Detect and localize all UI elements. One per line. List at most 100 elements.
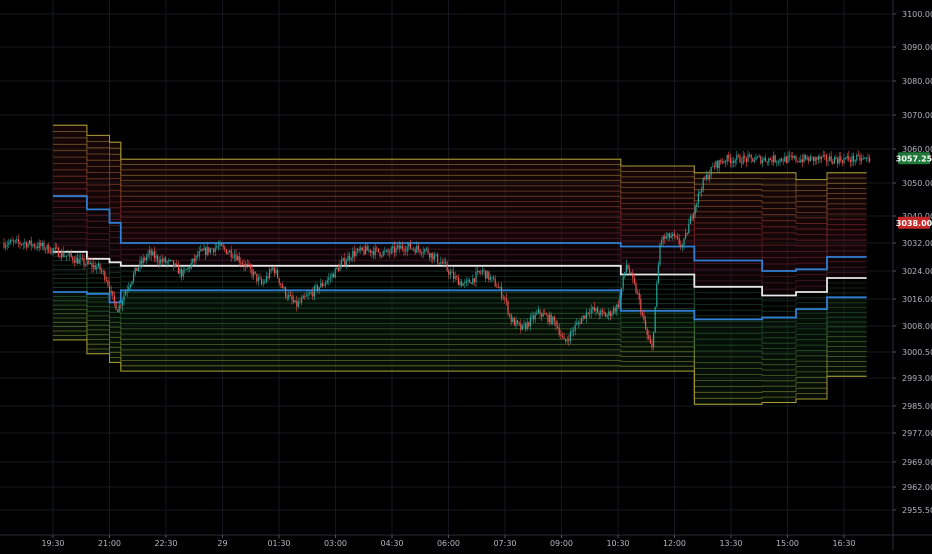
y-tick-label: 2969.00 — [902, 458, 932, 467]
candle — [784, 152, 786, 162]
candle — [837, 156, 839, 168]
candle — [453, 266, 455, 283]
candle — [717, 160, 719, 172]
candle — [136, 267, 138, 271]
price-tag: 3038.00 — [896, 216, 932, 229]
candle — [795, 154, 797, 164]
chart-area[interactable]: 3100.00 3090.00 3080.00 3070.00 3060.00 3050.… — [0, 0, 932, 550]
y-tick-label: 3008.00 — [902, 322, 932, 331]
candle — [712, 162, 714, 168]
candle — [803, 153, 805, 163]
candle — [470, 282, 472, 285]
candle — [793, 155, 795, 160]
candle — [49, 247, 51, 255]
x-tick-label: 21:00 — [98, 539, 121, 548]
lower-zone-fill — [53, 290, 867, 405]
candle — [38, 239, 40, 252]
candle — [328, 272, 330, 286]
candle — [720, 158, 722, 165]
price-tag-label: 3038.00 — [896, 219, 932, 228]
price-tag: 3057.25 — [896, 152, 932, 165]
candle — [750, 153, 752, 164]
candle — [30, 236, 32, 251]
candle — [131, 280, 133, 287]
y-tick-label: 2962.00 — [902, 483, 932, 492]
candle — [326, 277, 328, 286]
candle — [485, 270, 487, 283]
candle — [333, 272, 335, 278]
x-tick-label: 19:30 — [41, 539, 64, 548]
candle — [117, 309, 119, 312]
y-tick-label: 3080.00 — [902, 77, 932, 86]
candle — [728, 151, 730, 162]
candle — [745, 157, 747, 168]
candle — [809, 154, 811, 162]
candle — [80, 253, 82, 265]
candle — [320, 278, 322, 288]
candle — [29, 240, 31, 246]
candle — [465, 277, 467, 287]
candle — [760, 155, 762, 165]
candle — [99, 262, 101, 274]
candle — [776, 159, 778, 167]
candle — [734, 158, 736, 167]
candle — [270, 266, 272, 274]
candle — [801, 154, 803, 167]
candle — [723, 159, 725, 164]
candle — [833, 155, 835, 164]
candle — [766, 161, 768, 166]
candle — [849, 157, 851, 168]
candle — [822, 150, 824, 158]
candle — [838, 152, 840, 166]
candle — [755, 153, 757, 161]
x-tick-label: 04:30 — [380, 539, 403, 548]
candle — [768, 157, 770, 166]
candle — [483, 268, 485, 276]
candle — [513, 316, 515, 326]
candle — [491, 277, 493, 282]
candle — [496, 282, 498, 288]
candle — [835, 154, 837, 161]
candle — [841, 159, 843, 167]
candle — [779, 158, 781, 167]
x-tick-label: 12:00 — [663, 539, 686, 548]
candle — [800, 154, 802, 164]
x-tick-label: 01:30 — [267, 539, 290, 548]
candle — [40, 240, 42, 250]
y-tick-label: 3016.00 — [902, 295, 932, 304]
y-tick-label: 3000.50 — [902, 348, 932, 357]
candle — [461, 278, 463, 287]
candle — [824, 151, 826, 160]
candle — [857, 150, 859, 157]
candle — [782, 157, 784, 166]
candle — [105, 275, 107, 282]
candle — [473, 278, 475, 286]
x-tick-label: 13:30 — [719, 539, 742, 548]
candle — [254, 271, 256, 275]
candle — [853, 152, 855, 166]
x-tick-label: 15:00 — [776, 539, 799, 548]
candle — [275, 266, 277, 276]
candle — [24, 238, 26, 249]
candle — [777, 159, 779, 166]
candle — [8, 238, 10, 249]
candle — [753, 156, 755, 164]
candle — [137, 267, 139, 273]
candle — [489, 273, 491, 283]
candle — [72, 255, 74, 264]
candle — [832, 159, 834, 165]
candle — [181, 267, 183, 281]
candle — [624, 272, 626, 280]
y-tick-label: 3070.00 — [902, 111, 932, 120]
candle — [769, 157, 771, 161]
candle — [486, 270, 488, 279]
candle — [184, 265, 186, 275]
candle — [481, 266, 483, 276]
candle — [182, 267, 184, 280]
candle — [102, 269, 104, 276]
candle — [283, 286, 285, 290]
vwap-band-chart[interactable]: 3100.003090.003080.003070.003060.003050.… — [0, 0, 932, 550]
y-tick-label: 2985.00 — [902, 402, 932, 411]
candle — [494, 275, 496, 287]
y-tick-label: 3050.00 — [902, 179, 932, 188]
